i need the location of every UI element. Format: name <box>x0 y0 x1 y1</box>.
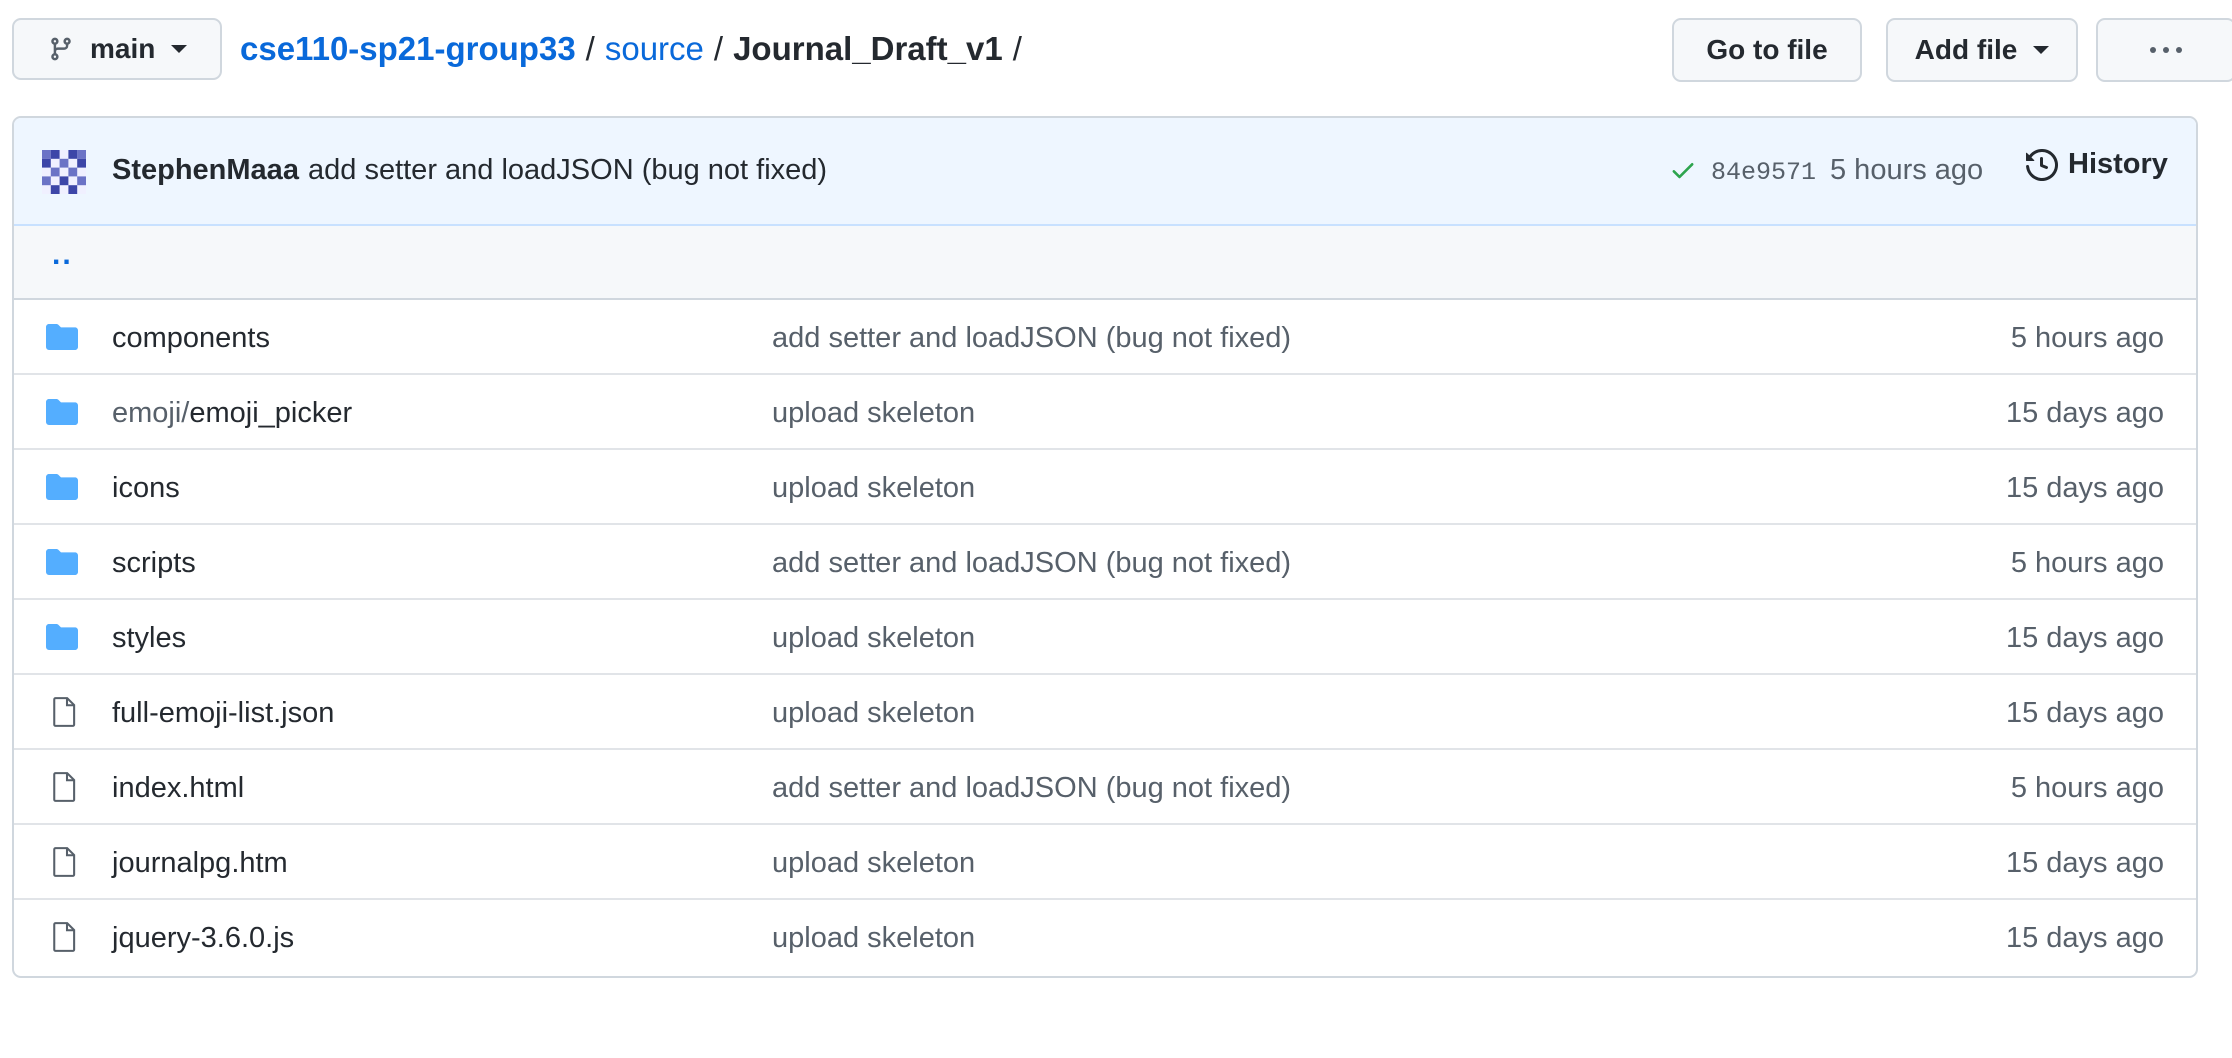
file-icon <box>52 922 76 957</box>
file-name-link[interactable]: scripts <box>112 547 196 580</box>
branch-name: main <box>90 33 156 64</box>
history-label: History <box>2068 148 2168 180</box>
file-name-link[interactable]: emoji/emoji_picker <box>112 397 352 430</box>
file-name-link[interactable]: jquery-3.6.0.js <box>112 922 294 955</box>
file-name-link[interactable]: index.html <box>112 772 244 805</box>
parent-directory-row: .. <box>14 226 2196 300</box>
add-file-button[interactable]: Add file <box>1886 18 2078 82</box>
folder-icon <box>46 397 78 430</box>
file-name-link[interactable]: components <box>112 322 270 355</box>
file-icon <box>52 847 76 882</box>
file-name[interactable]: scripts <box>112 547 196 579</box>
commit-author[interactable]: StephenMaaa <box>112 154 299 187</box>
file-name[interactable]: styles <box>112 622 186 654</box>
more-options-button[interactable] <box>2096 18 2232 82</box>
folder-icon <box>46 622 78 655</box>
breadcrumb-separator: / <box>585 30 595 67</box>
file-list: components add setter and loadJSON (bug n… <box>14 300 2196 975</box>
file-row[interactable]: jquery-3.6.0.js upload skeleton 15 days ag… <box>14 900 2196 975</box>
file-commit-age: 15 days ago <box>2005 622 2164 654</box>
breadcrumb-separator: / <box>1012 30 1022 67</box>
file-commit-age: 15 days ago <box>2005 472 2164 504</box>
commit-message[interactable]: add setter and loadJSON (bug not fixed) <box>308 154 827 187</box>
file-commit-message[interactable]: add setter and loadJSON (bug not fixed) <box>772 772 1291 805</box>
breadcrumb-current-folder: Journal_Draft_v1 <box>733 30 1003 67</box>
add-file-label: Add file <box>1914 34 2018 65</box>
file-commit-message[interactable]: upload skeleton <box>772 622 975 655</box>
file-commit-age: 15 days ago <box>2005 697 2164 729</box>
go-to-file-label: Go to file <box>1706 34 1828 65</box>
file-path-prefix[interactable]: emoji/ <box>112 397 189 429</box>
file-row[interactable]: full-emoji-list.json upload skeleton 15 da… <box>14 675 2196 750</box>
folder-icon <box>46 472 78 505</box>
folder-icon <box>46 547 78 580</box>
file-commit-age: 5 hours ago <box>2010 772 2164 804</box>
file-commit-message[interactable]: upload skeleton <box>772 847 975 880</box>
go-to-file-button[interactable]: Go to file <box>1672 18 1862 82</box>
file-icon <box>52 697 76 732</box>
file-icon <box>52 772 76 807</box>
git-branch-icon <box>51 37 71 61</box>
file-commit-message[interactable]: upload skeleton <box>772 697 975 730</box>
file-commit-message[interactable]: upload skeleton <box>772 922 975 955</box>
file-row[interactable]: scripts add setter and loadJSON (bug not … <box>14 525 2196 600</box>
repo-toolbar: main cse110-sp21-group33 / source / Jour… <box>12 18 2232 84</box>
file-name[interactable]: emoji_picker <box>189 397 352 429</box>
file-name-link[interactable]: full-emoji-list.json <box>112 697 334 730</box>
file-commit-message[interactable]: add setter and loadJSON (bug not fixed) <box>772 547 1291 580</box>
file-name-link[interactable]: styles <box>112 622 186 655</box>
file-commit-age: 15 days ago <box>2005 922 2164 954</box>
chevron-down-icon <box>171 45 188 53</box>
file-name-link[interactable]: journalpg.htm <box>112 847 288 880</box>
file-name[interactable]: jquery-3.6.0.js <box>112 922 294 954</box>
avatar[interactable] <box>42 150 86 194</box>
breadcrumb-source-link[interactable]: source <box>605 30 704 68</box>
file-commit-age: 15 days ago <box>2005 397 2164 429</box>
file-name[interactable]: icons <box>112 472 180 504</box>
file-row[interactable]: journalpg.htm upload skeleton 15 days ago <box>14 825 2196 900</box>
file-name[interactable]: index.html <box>112 772 244 804</box>
file-row[interactable]: index.html add setter and loadJSON (bug n… <box>14 750 2196 825</box>
file-row[interactable]: styles upload skeleton 15 days ago <box>14 600 2196 675</box>
file-name[interactable]: components <box>112 322 270 354</box>
folder-icon <box>46 322 78 355</box>
history-button[interactable]: History <box>2026 148 2168 181</box>
file-commit-message[interactable]: upload skeleton <box>772 472 975 505</box>
file-row[interactable]: emoji/emoji_picker upload skeleton 15 days… <box>14 375 2196 450</box>
latest-commit-bar: StephenMaaa add setter and loadJSON (bug… <box>14 118 2196 226</box>
breadcrumb-repo-link[interactable]: cse110-sp21-group33 <box>240 30 576 68</box>
file-row[interactable]: icons upload skeleton 15 days ago <box>14 450 2196 525</box>
file-name[interactable]: full-emoji-list.json <box>112 697 334 729</box>
file-commit-age: 15 days ago <box>2005 847 2164 879</box>
breadcrumb: cse110-sp21-group33 / source / Journal_D… <box>240 18 1032 80</box>
history-icon <box>2026 148 2058 181</box>
branch-selector-button[interactable]: main <box>12 18 222 80</box>
file-commit-age: 5 hours ago <box>2010 547 2164 579</box>
file-name[interactable]: journalpg.htm <box>112 847 288 879</box>
kebab-horizontal-icon <box>2150 47 2182 53</box>
commit-time: 5 hours ago <box>1830 154 1984 186</box>
commit-sha-link[interactable]: 84e9571 <box>1711 158 1816 187</box>
check-icon[interactable] <box>1669 156 1697 184</box>
file-commit-message[interactable]: add setter and loadJSON (bug not fixed) <box>772 322 1291 355</box>
parent-directory-link[interactable]: .. <box>52 238 73 272</box>
file-commit-age: 5 hours ago <box>2010 322 2164 354</box>
file-row[interactable]: components add setter and loadJSON (bug n… <box>14 300 2196 375</box>
file-name-link[interactable]: icons <box>112 472 180 505</box>
breadcrumb-separator: / <box>713 30 724 67</box>
file-commit-message[interactable]: upload skeleton <box>772 397 975 430</box>
file-browser: StephenMaaa add setter and loadJSON (bug… <box>12 116 2198 978</box>
chevron-down-icon <box>2033 46 2050 54</box>
